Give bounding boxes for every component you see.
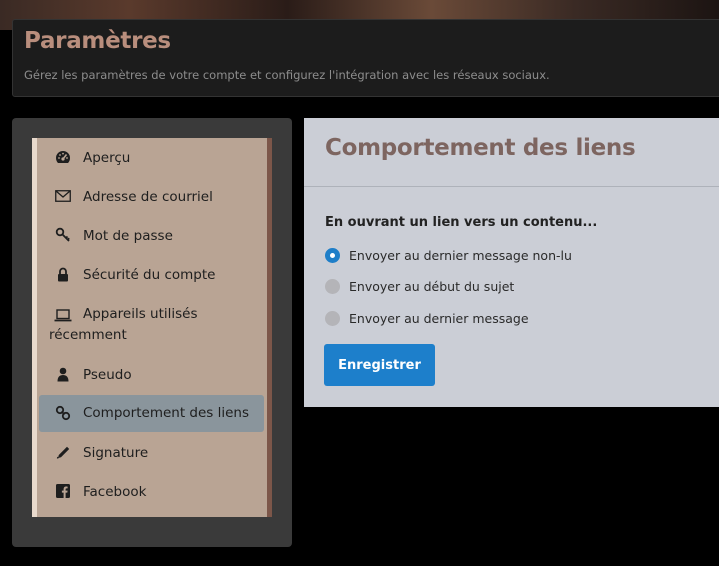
- page-header: Paramètres Gérez les paramètres de votre…: [12, 19, 719, 97]
- sidebar-item-link-behavior[interactable]: Comportement des liens: [39, 395, 264, 432]
- sidebar-item-apercu[interactable]: Aperçu: [39, 148, 264, 169]
- lock-icon: [54, 265, 72, 283]
- page-title: Paramètres: [24, 28, 171, 54]
- sidebar-item-label-line1: Appareils utilisés: [83, 306, 198, 322]
- sidebar-item-label: Adresse de courriel: [83, 189, 213, 205]
- settings-panel: Comportement des liens En ouvrant un lie…: [304, 118, 719, 407]
- sidebar-item-label-line2: récemment: [49, 327, 127, 343]
- pencil-icon: [54, 443, 72, 461]
- sidebar-item-label: Facebook: [83, 484, 147, 500]
- radio-option-label: Envoyer au début du sujet: [349, 279, 515, 294]
- panel-title: Comportement des liens: [325, 135, 636, 161]
- sidebar-item-security[interactable]: Sécurité du compte: [39, 265, 264, 286]
- user-icon: [54, 365, 72, 383]
- sidebar-item-label: Aperçu: [83, 150, 131, 166]
- link-question-label: En ouvrant un lien vers un contenu...: [325, 215, 598, 230]
- sidebar-item-label: Mot de passe: [83, 228, 173, 244]
- radio-button[interactable]: [325, 311, 340, 326]
- sidebar-item-pseudo[interactable]: Pseudo: [39, 365, 264, 386]
- sidebar-item-label: Comportement des liens: [83, 405, 250, 421]
- save-button[interactable]: Enregistrer: [324, 344, 435, 386]
- sidebar-item-label: Pseudo: [83, 367, 132, 383]
- sidebar-item-label: Sécurité du compte: [83, 267, 216, 283]
- radio-button[interactable]: [325, 279, 340, 294]
- sidebar-item-signature[interactable]: Signature: [39, 443, 264, 464]
- sidebar-container: Aperçu Adresse de courriel Mot de passe …: [12, 118, 292, 547]
- sidebar-item-facebook[interactable]: Facebook: [39, 482, 264, 503]
- gauge-icon: [54, 148, 72, 166]
- radio-button-selected[interactable]: [325, 248, 340, 263]
- sidebar-item-email[interactable]: Adresse de courriel: [39, 187, 264, 208]
- sidebar-nav: Aperçu Adresse de courriel Mot de passe …: [32, 138, 272, 517]
- sidebar-item-devices[interactable]: Appareils utilisés récemment: [39, 304, 264, 346]
- key-icon: [54, 226, 72, 244]
- sidebar-item-label: Signature: [83, 445, 149, 461]
- radio-option-label: Envoyer au dernier message: [349, 311, 529, 326]
- link-icon: [54, 404, 72, 422]
- sidebar-item-password[interactable]: Mot de passe: [39, 226, 264, 247]
- envelope-icon: [54, 187, 72, 205]
- radio-option-label: Envoyer au dernier message non-lu: [349, 248, 572, 263]
- divider: [304, 186, 719, 187]
- page-subtitle: Gérez les paramètres de votre compte et …: [24, 68, 550, 82]
- facebook-icon: [54, 482, 72, 500]
- laptop-icon: [54, 306, 72, 324]
